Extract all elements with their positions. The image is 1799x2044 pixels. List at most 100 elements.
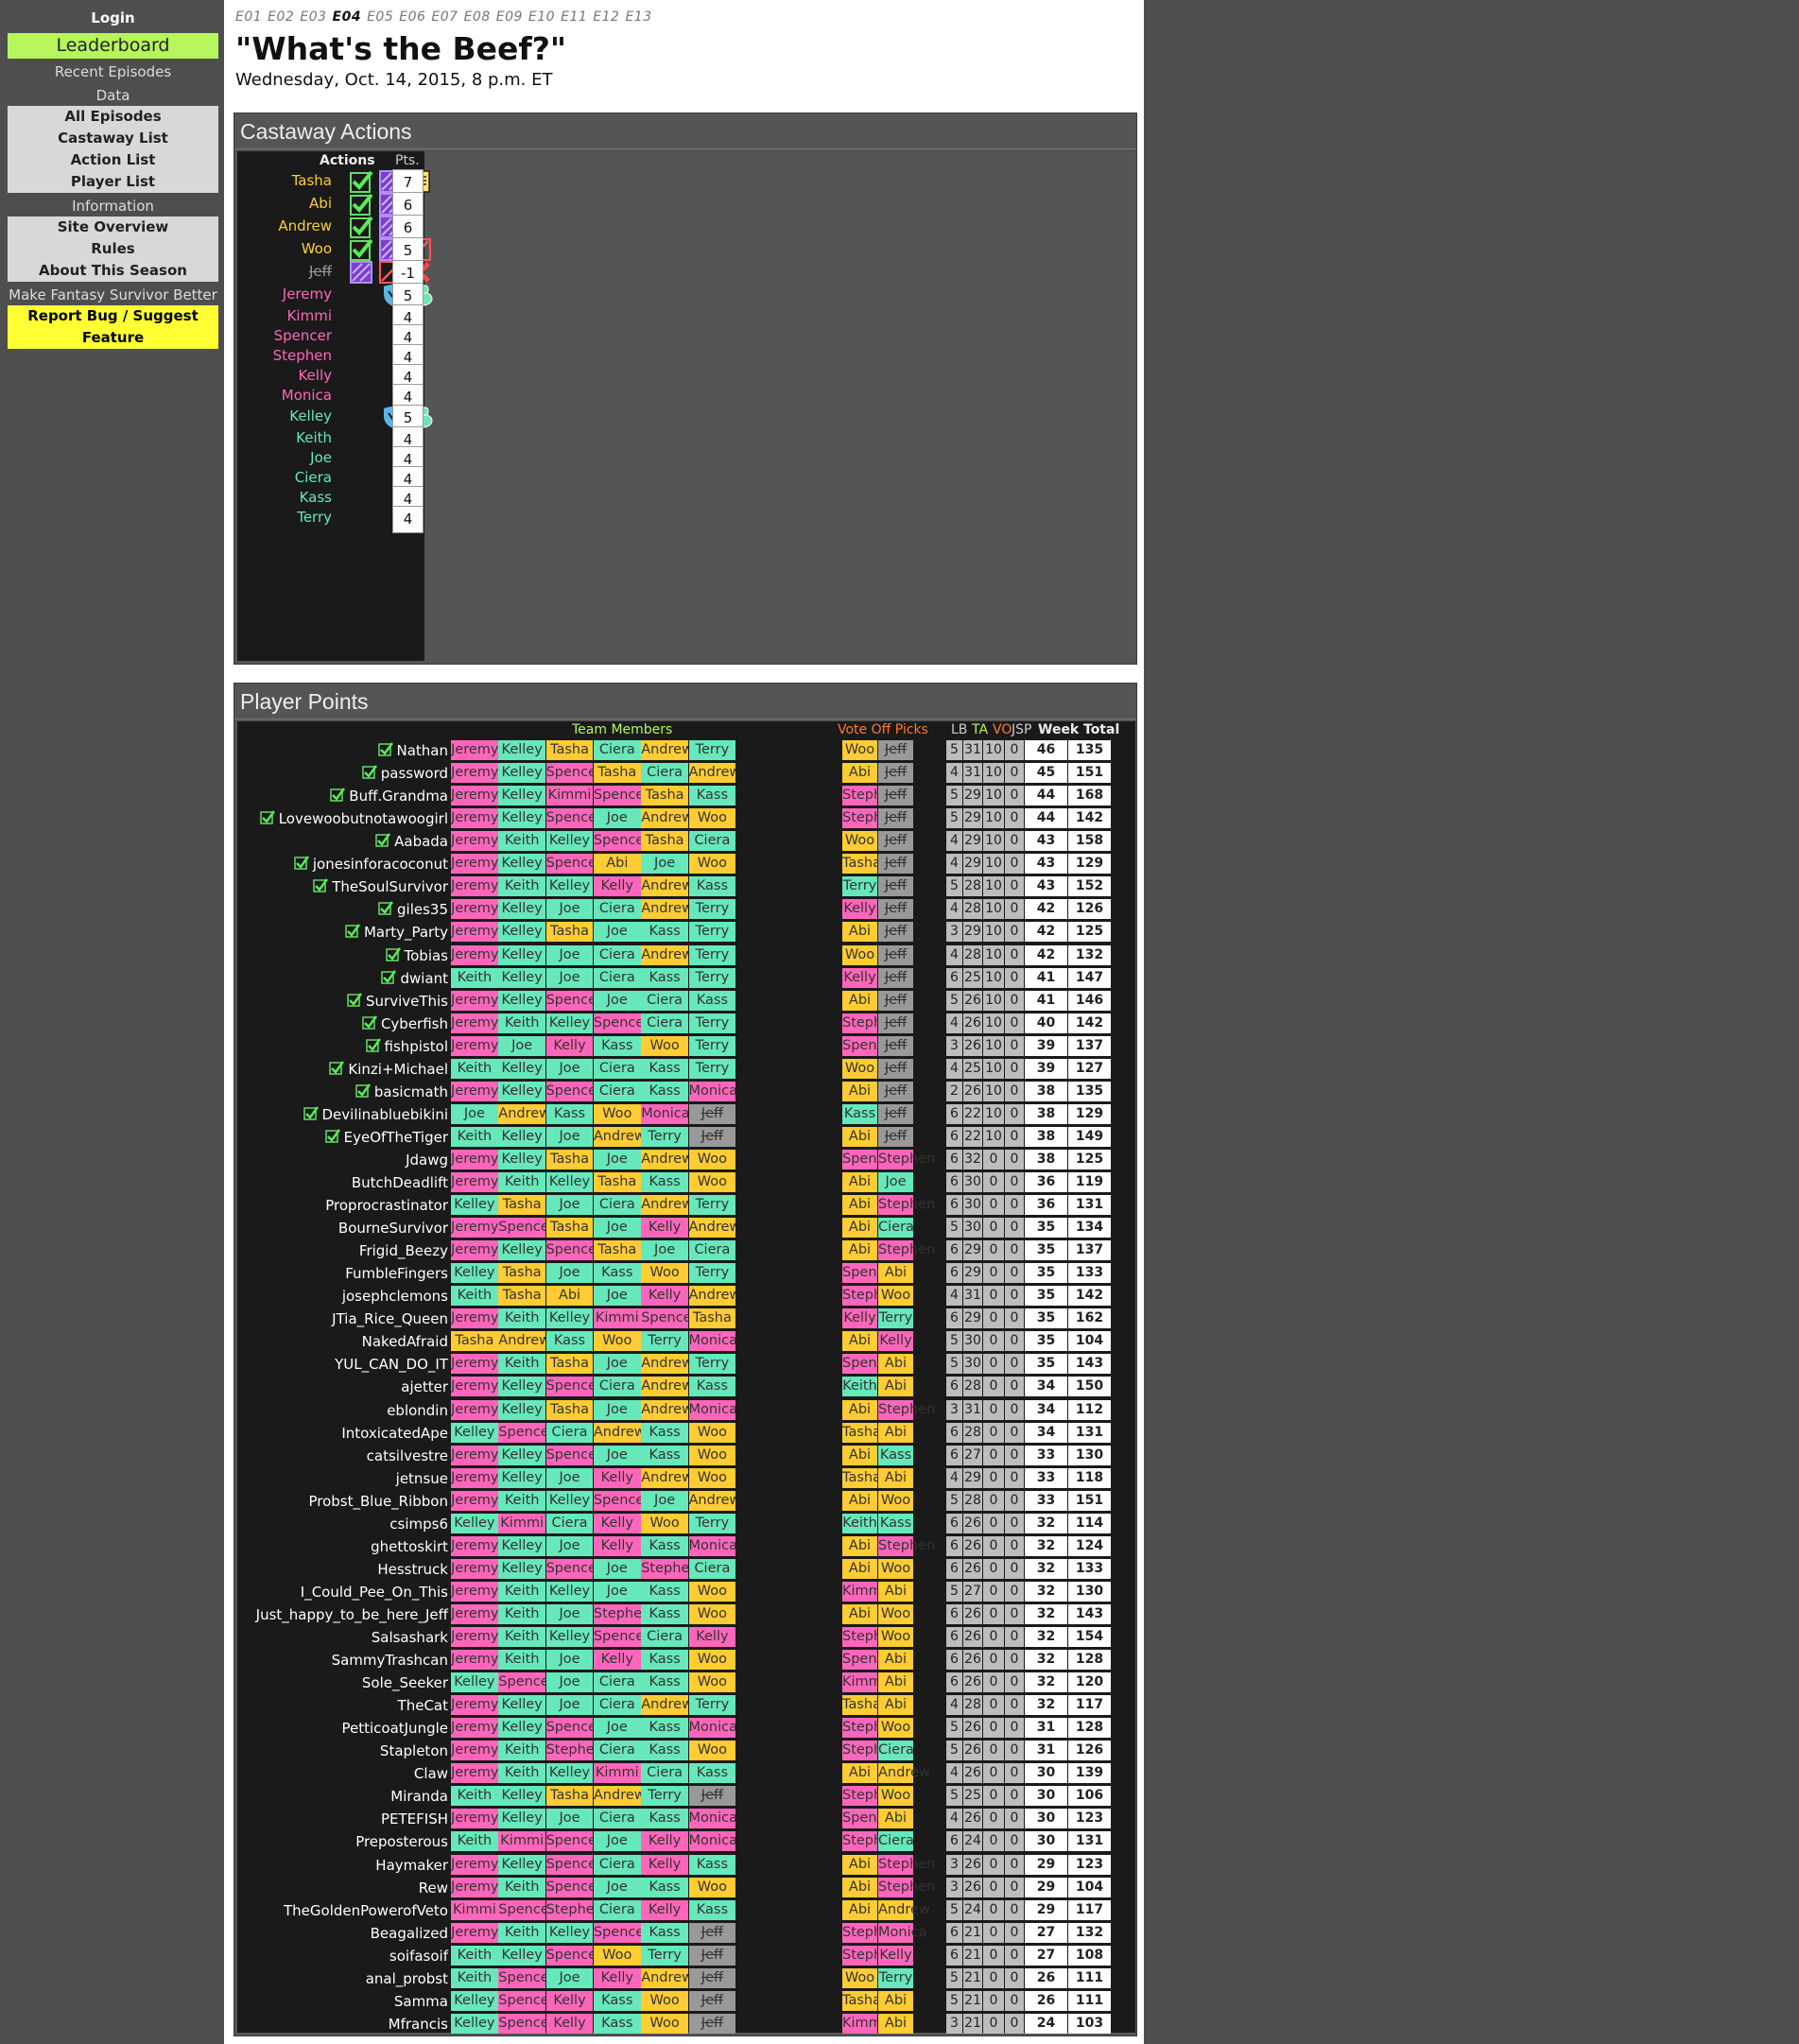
- week-score: 32: [1025, 1695, 1067, 1716]
- castaway-name[interactable]: Andrew: [278, 217, 332, 234]
- player-name[interactable]: Rew: [419, 1879, 448, 1897]
- player-name[interactable]: Proprocrastinator: [325, 1197, 448, 1214]
- episode-link-e05[interactable]: E05: [367, 9, 393, 25]
- player-name[interactable]: SurviveThis: [366, 993, 448, 1010]
- player-name[interactable]: giles35: [397, 901, 448, 918]
- player-name[interactable]: Claw: [414, 1765, 448, 1782]
- castaway-name[interactable]: Joe: [310, 449, 332, 466]
- player-name[interactable]: csimps6: [389, 1516, 448, 1533]
- player-name[interactable]: Samma: [394, 1993, 448, 2010]
- player-name[interactable]: Nathan: [397, 742, 449, 759]
- episode-link-e04[interactable]: E04: [333, 9, 362, 25]
- castaway-name[interactable]: Kelly: [298, 367, 332, 384]
- player-name[interactable]: IntoxicatedApe: [341, 1425, 448, 1442]
- episode-link-e08[interactable]: E08: [464, 9, 491, 25]
- player-name[interactable]: YUL_CAN_DO_IT: [335, 1356, 448, 1373]
- castaway-name[interactable]: Jeremy: [283, 286, 332, 303]
- player-name[interactable]: I_Could_Pee_On_This: [301, 1584, 448, 1601]
- castaway-name[interactable]: Kimmi: [287, 307, 332, 324]
- player-name[interactable]: anal_probst: [366, 1970, 448, 1987]
- site-overview-button[interactable]: Site Overview: [8, 217, 218, 238]
- player-name[interactable]: jetnsue: [396, 1470, 448, 1487]
- player-name[interactable]: Tobias: [405, 947, 449, 964]
- about-season-button[interactable]: About This Season: [8, 260, 218, 282]
- player-name[interactable]: PetticoatJungle: [341, 1720, 448, 1737]
- player-name[interactable]: NakedAfraid: [362, 1333, 448, 1350]
- player-name[interactable]: Kinzi+Michael: [348, 1061, 448, 1078]
- player-name[interactable]: Beagalized: [371, 1925, 448, 1942]
- player-name[interactable]: dwiant: [400, 970, 448, 987]
- player-name[interactable]: TheCat: [398, 1697, 448, 1714]
- action-list-button[interactable]: Action List: [8, 149, 218, 171]
- player-name[interactable]: EyeOfTheTiger: [344, 1129, 448, 1146]
- castaway-name[interactable]: Keith: [296, 429, 332, 446]
- player-name[interactable]: catsilvestre: [367, 1447, 448, 1464]
- castaway-name[interactable]: Woo: [302, 240, 332, 257]
- player-name[interactable]: Sole_Seeker: [362, 1674, 448, 1691]
- player-name[interactable]: Salsashark: [372, 1629, 448, 1646]
- player-name[interactable]: Frigid_Beezy: [359, 1242, 448, 1259]
- player-name[interactable]: Hesstruck: [377, 1561, 448, 1578]
- player-name[interactable]: BourneSurvivor: [338, 1220, 448, 1237]
- castaway-name[interactable]: Ciera: [295, 469, 332, 486]
- episode-link-e10[interactable]: E10: [528, 9, 555, 25]
- vo-score: 0: [983, 1149, 1004, 1169]
- player-name[interactable]: ajetter: [401, 1378, 448, 1395]
- castaway-name[interactable]: Monica: [282, 387, 332, 404]
- player-name[interactable]: TheGoldenPowerofVeto: [284, 1902, 448, 1919]
- player-name[interactable]: Aabada: [394, 833, 448, 850]
- player-name[interactable]: jonesinforacoconut: [313, 856, 448, 873]
- leaderboard-button[interactable]: Leaderboard: [8, 33, 218, 59]
- castaway-name[interactable]: Jeff: [309, 263, 332, 280]
- episode-link-e11[interactable]: E11: [561, 9, 587, 25]
- castaway-name[interactable]: Abi: [309, 195, 332, 212]
- player-name[interactable]: Mfrancis: [389, 2016, 448, 2033]
- player-name[interactable]: PETEFISH: [381, 1810, 448, 1827]
- player-name[interactable]: Lovewoobutnotawoogirl: [279, 810, 448, 827]
- player-name[interactable]: Haymaker: [375, 1857, 448, 1874]
- castaway-name[interactable]: Kass: [300, 489, 332, 506]
- episode-link-e07[interactable]: E07: [431, 9, 458, 25]
- episode-link-e03[interactable]: E03: [300, 9, 326, 25]
- player-name[interactable]: soifasoif: [389, 1948, 448, 1965]
- castaway-name[interactable]: Spencer: [274, 327, 332, 344]
- episode-link-e12[interactable]: E12: [593, 9, 619, 25]
- player-name[interactable]: Devilinabluebikini: [322, 1106, 449, 1123]
- player-name[interactable]: password: [381, 765, 448, 782]
- player-name[interactable]: Just_happy_to_be_here_Jeff: [256, 1606, 448, 1623]
- castaway-name[interactable]: Terry: [297, 509, 332, 526]
- login-link[interactable]: Login: [8, 8, 218, 29]
- player-name[interactable]: Miranda: [390, 1788, 448, 1805]
- rules-button[interactable]: Rules: [8, 238, 218, 260]
- player-name[interactable]: Buff.Grandma: [349, 788, 448, 805]
- player-name[interactable]: TheSoulSurvivor: [332, 878, 448, 895]
- player-name[interactable]: ghettoskirt: [371, 1538, 448, 1555]
- player-name[interactable]: Stapleton: [380, 1742, 448, 1759]
- player-name[interactable]: josephclemons: [342, 1288, 448, 1305]
- player-name[interactable]: ButchDeadlift: [352, 1174, 448, 1191]
- player-name[interactable]: JTia_Rice_Queen: [332, 1310, 448, 1327]
- player-name[interactable]: fishpistol: [385, 1038, 449, 1055]
- player-name[interactable]: SammyTrashcan: [332, 1652, 448, 1669]
- recent-episodes-link[interactable]: Recent Episodes: [8, 61, 218, 83]
- castaway-name[interactable]: Stephen: [273, 347, 332, 364]
- player-name[interactable]: Cyberfish: [381, 1015, 448, 1032]
- player-name[interactable]: eblondin: [387, 1402, 448, 1419]
- castaway-name[interactable]: Kelley: [289, 407, 332, 424]
- castaway-name[interactable]: Tasha: [292, 172, 332, 189]
- episode-link-e01[interactable]: E01: [235, 9, 262, 25]
- player-list-button[interactable]: Player List: [8, 171, 218, 193]
- player-name[interactable]: Jdawg: [406, 1152, 448, 1169]
- episode-link-e06[interactable]: E06: [399, 9, 425, 25]
- episode-link-e02[interactable]: E02: [268, 9, 294, 25]
- player-name[interactable]: Preposterous: [355, 1833, 448, 1850]
- player-name[interactable]: FumbleFingers: [345, 1265, 448, 1282]
- all-episodes-button[interactable]: All Episodes: [8, 106, 218, 128]
- player-name[interactable]: basicmath: [374, 1083, 448, 1100]
- player-name[interactable]: Probst_Blue_Ribbon: [308, 1493, 448, 1510]
- report-bug-button[interactable]: Report Bug / Suggest Feature: [8, 305, 218, 349]
- episode-link-e09[interactable]: E09: [496, 9, 523, 25]
- castaway-list-button[interactable]: Castaway List: [8, 128, 218, 149]
- player-name[interactable]: Marty_Party: [364, 924, 448, 941]
- episode-link-e13[interactable]: E13: [625, 9, 651, 25]
